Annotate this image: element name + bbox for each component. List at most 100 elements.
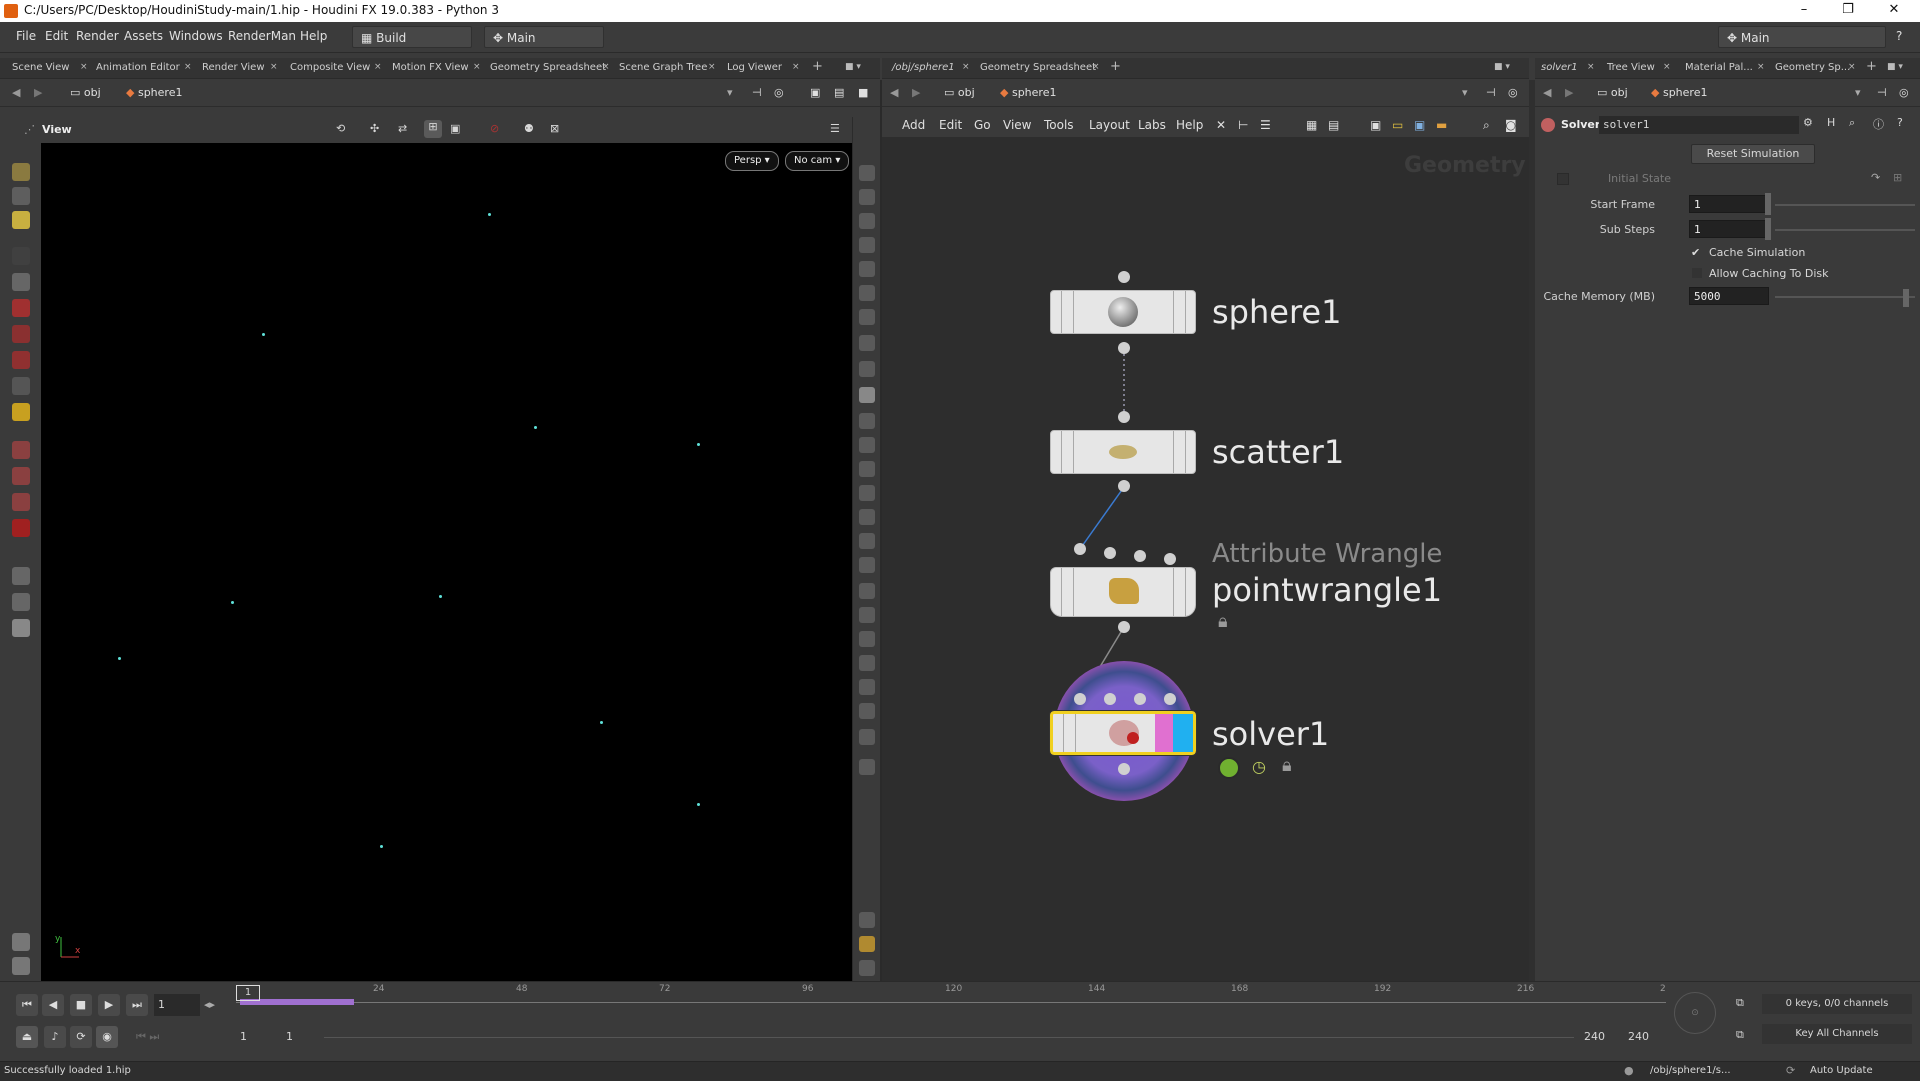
reset-simulation-button[interactable]: Reset Simulation [1691,144,1815,164]
net-menu-view[interactable]: View [1003,118,1031,132]
normal-icon[interactable] [859,437,875,453]
maximize-button[interactable]: ❐ [1828,2,1868,17]
close-tab-icon[interactable]: × [792,62,800,72]
view-tool-icon[interactable] [12,567,30,585]
pane-menu-icon[interactable]: ■ ▾ [845,62,861,72]
pin-icon[interactable]: ⊣ [1877,85,1887,101]
lock-camera-icon[interactable] [859,189,875,205]
play-button[interactable]: ▶ [98,994,120,1016]
sphere-icon[interactable] [859,237,875,253]
desktop-selector[interactable]: ✥ Main [484,26,604,48]
selection-icon[interactable]: ▣ [450,122,460,135]
menu-assets[interactable]: Assets [124,29,163,43]
tab-motion-fx-view[interactable]: Motion FX View [392,62,469,73]
menu-file[interactable]: File [16,29,36,43]
number-icon[interactable] [859,485,875,501]
select-tool-icon[interactable] [12,163,30,181]
net-menu-labs[interactable]: Labs [1138,118,1166,132]
close-tab-icon[interactable]: × [473,62,481,72]
paint-tool-icon[interactable] [12,299,30,317]
tree-icon[interactable]: ⊢ [1238,118,1248,132]
info-icon[interactable]: ⓘ [1873,116,1884,132]
path-root[interactable]: ▭ obj [944,85,975,101]
bulb-icon[interactable] [859,285,875,301]
sub-steps-slider[interactable] [1775,229,1915,231]
node-name-label[interactable]: solver1 [1212,715,1329,753]
range-slider[interactable] [324,1037,1574,1038]
step-frames-icon[interactable]: ◂▸ [204,998,215,1011]
edge-icon[interactable] [859,361,875,377]
node-input-port[interactable] [1074,693,1086,705]
jump-start-button[interactable]: ⏮ [16,994,38,1016]
snapshot-icon[interactable] [859,960,875,976]
key-all-channels-menu[interactable]: Key All Channels [1762,1024,1912,1044]
display-flag[interactable] [1155,714,1173,752]
node-name-label[interactable]: scatter1 [1212,433,1344,471]
net-menu-help[interactable]: Help [1176,118,1203,132]
key-icon[interactable]: ⧉ [1736,1028,1744,1042]
display-icon[interactable]: ▣ [810,85,820,101]
pin-icon[interactable]: ⊣ [1486,85,1496,101]
box-tool-icon[interactable]: ▬ [1436,118,1447,132]
table-icon[interactable]: ▤ [1328,118,1339,132]
brush-tool-icon[interactable] [12,351,30,369]
chat-icon[interactable]: ● [1624,1064,1634,1077]
camera-icon[interactable] [12,619,30,637]
path-root[interactable]: ▭ obj [70,85,101,101]
close-tab-icon[interactable]: × [1848,62,1856,72]
tab-solver1[interactable]: solver1 [1541,62,1578,73]
cloth-icon[interactable] [859,655,875,671]
net-menu-edit[interactable]: Edit [939,118,962,132]
camera-snapshot-icon[interactable]: ◙ [1505,118,1517,132]
stack-icon[interactable] [12,957,30,975]
path-node[interactable]: ◆ sphere1 [126,85,182,101]
back-arrow-icon[interactable]: ◀ [1543,85,1551,101]
menu-renderman[interactable]: RenderMan [228,29,296,43]
add-tab-icon[interactable]: + [812,59,823,74]
range-start-field[interactable]: 1 [240,1030,247,1043]
link-icon[interactable]: ◎ [1899,85,1909,101]
update-mode-menu[interactable]: Auto Update [1810,1065,1873,1076]
path-dropdown-icon[interactable]: ▾ [1462,85,1468,101]
close-tab-icon[interactable]: × [602,62,610,72]
image-icon[interactable]: ▣ [1370,118,1381,132]
camera-dolly-icon[interactable]: ⇄ [398,122,407,135]
diamond-icon[interactable] [859,631,875,647]
range-end-field[interactable]: 240 [1584,1030,1605,1043]
zoom-icon[interactable]: ⌕ [1483,118,1490,133]
close-tab-icon[interactable]: × [270,62,278,72]
start-frame-field[interactable]: 1 [1689,195,1769,213]
no-entry-icon[interactable]: ⊘ [490,122,499,135]
close-tab-icon[interactable]: × [184,62,192,72]
node-pick-icon[interactable]: ⊞ [1893,171,1902,184]
viewer-state-icon[interactable]: ⋰ [24,123,35,136]
magnet-icon[interactable] [12,519,30,537]
scene-viewport[interactable]: Persp ▾ No cam ▾ x y [41,143,852,981]
sub-steps-slider-handle[interactable] [1765,218,1771,240]
shelf-set-selector[interactable]: ▦ Build [352,26,472,48]
grid-view-icon[interactable] [859,936,875,952]
tab-tree-view[interactable]: Tree View [1607,62,1655,73]
tab-scene-view[interactable]: Scene View [12,62,69,73]
keys-info[interactable]: 0 keys, 0/0 channels [1762,994,1912,1014]
close-tab-icon[interactable]: × [374,62,382,72]
range-end-field-2[interactable]: 240 [1628,1030,1649,1043]
render-icon[interactable]: ■ [858,85,868,101]
light-icon[interactable] [859,213,875,229]
close-tab-icon[interactable]: × [1092,62,1100,72]
render-region-icon[interactable] [12,593,30,611]
link-icon[interactable]: ◎ [774,85,784,101]
pin-icon[interactable]: ⊣ [752,85,762,101]
path-node[interactable]: ◆ sphere1 [1000,85,1056,101]
node-input-port[interactable] [1118,271,1130,283]
pointer-icon[interactable] [12,247,30,265]
forward-arrow-icon[interactable]: ▶ [912,85,920,101]
realtime-toggle[interactable]: ⏏ [16,1026,38,1048]
close-tab-icon[interactable]: × [708,62,716,72]
point-display-icon[interactable] [859,387,875,403]
tab-animation-editor[interactable]: Animation Editor [96,62,180,73]
cache-simulation-checkbox[interactable]: ✔ [1691,247,1703,259]
camera-tumble-icon[interactable]: ⟲ [336,122,345,135]
close-button[interactable]: ✕ [1874,2,1914,17]
note-icon[interactable]: ▭ [1392,118,1403,132]
